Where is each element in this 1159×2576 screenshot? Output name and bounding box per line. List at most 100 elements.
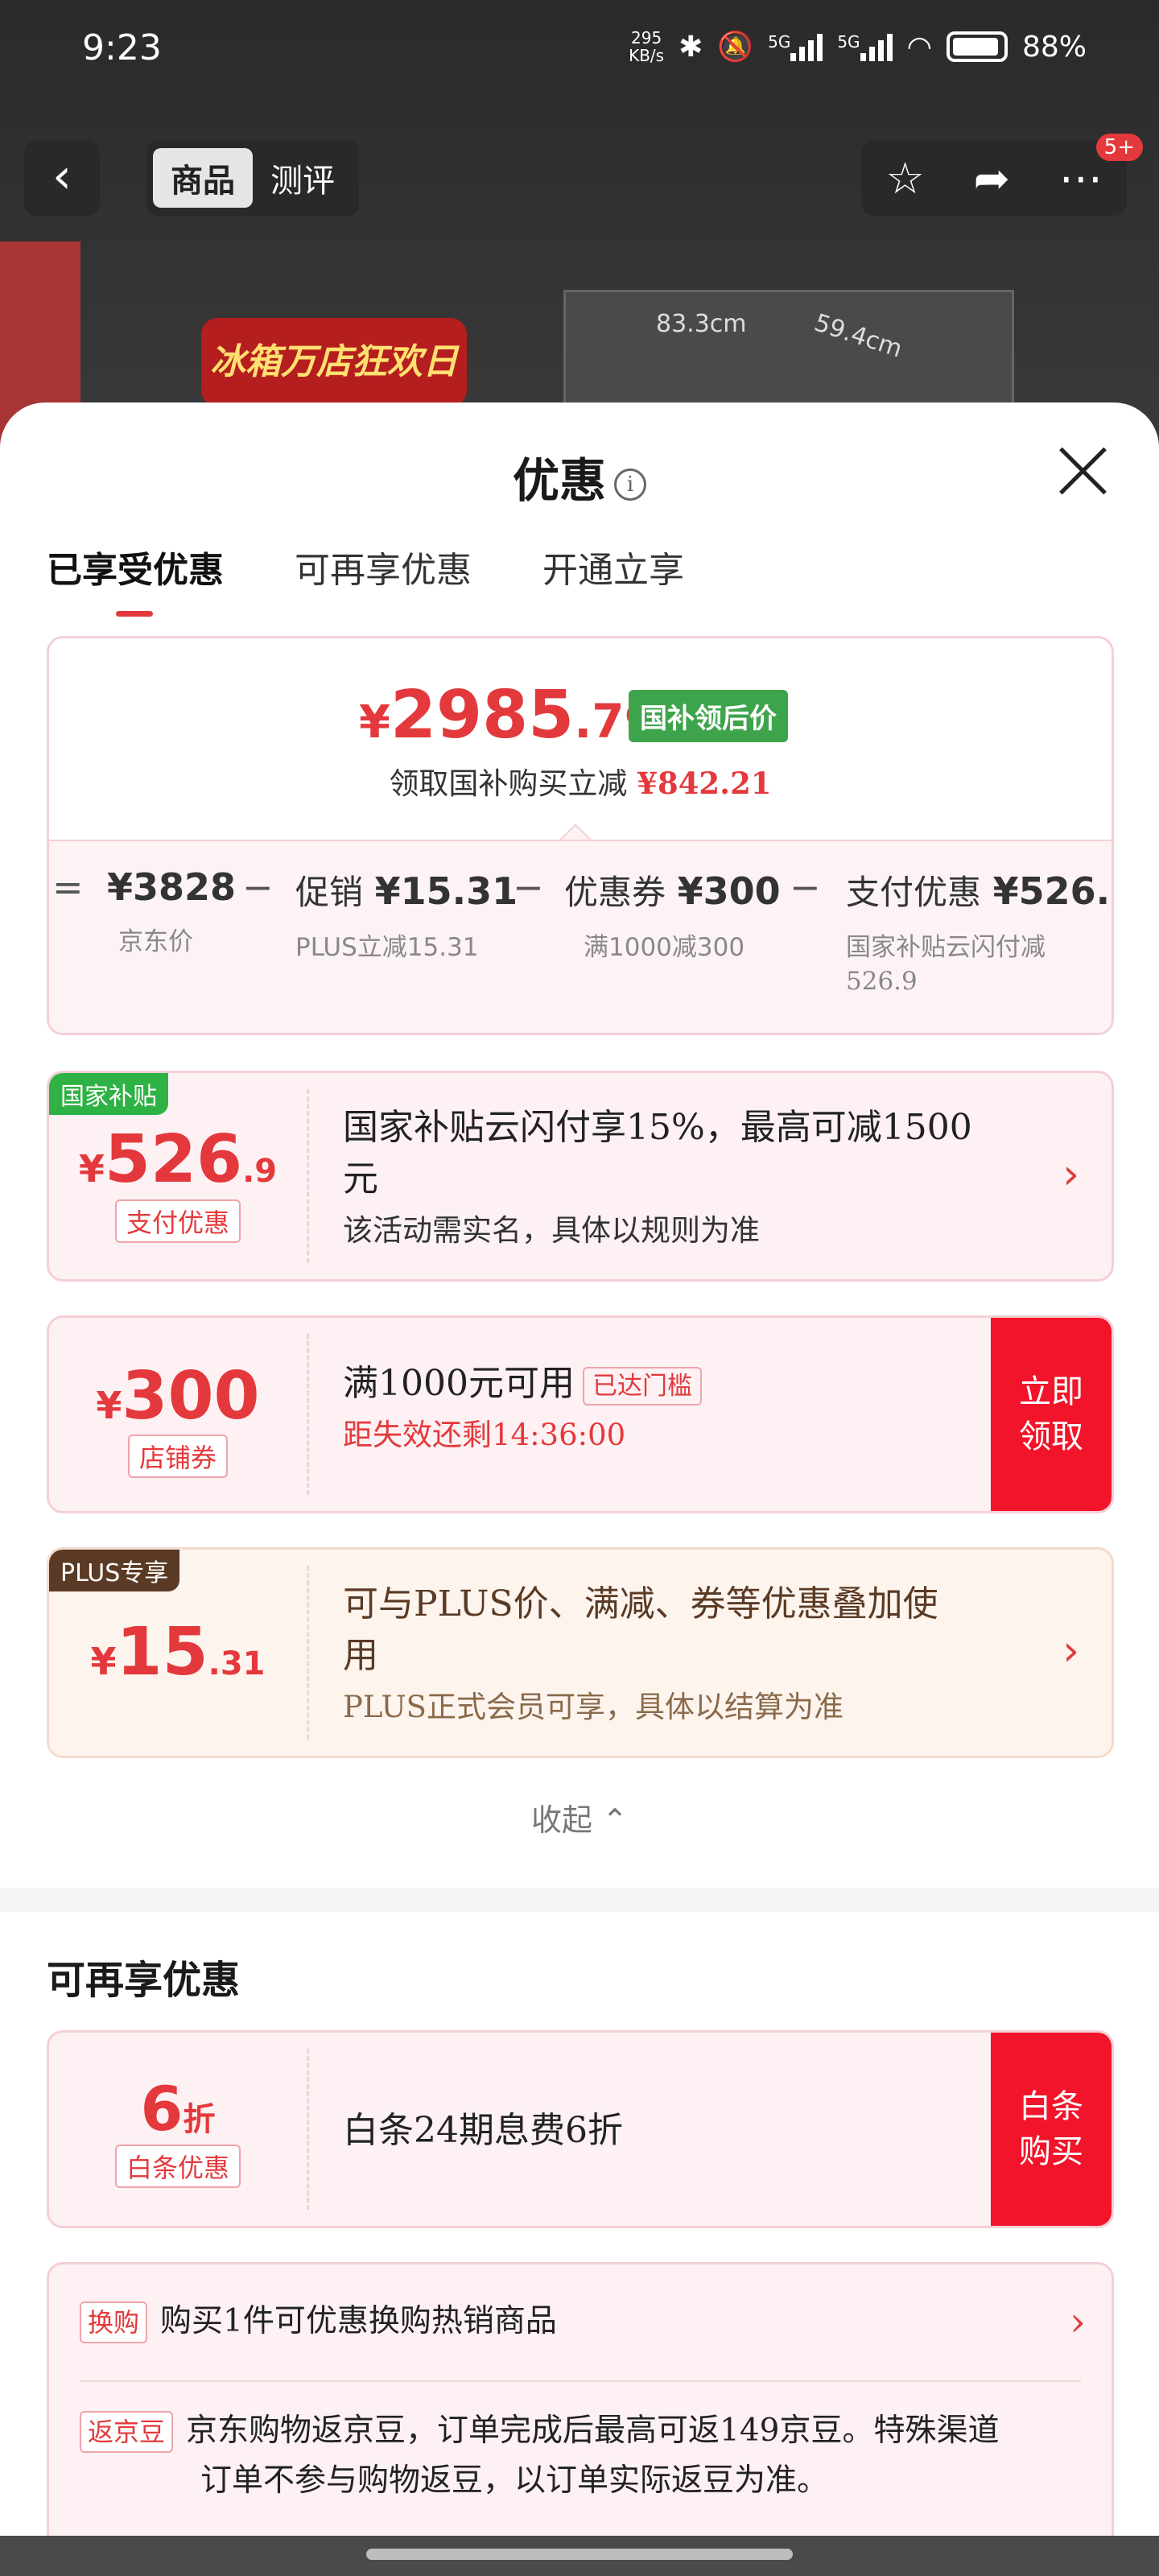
payment-detail: 国家补贴云闪付减 526.9 — [846, 931, 1112, 998]
info-icon[interactable]: i — [614, 469, 646, 501]
description-line1: 国家补贴云闪付享15%，最高可减1500 — [343, 1107, 972, 1148]
sheet-title: 优惠 i — [0, 443, 1159, 510]
bean-text-line2: 订单不参与购物返豆，以订单实际返豆为准。 — [200, 2462, 829, 2499]
signal-icon: 5G — [837, 32, 893, 61]
product-nav-bar: ‹ 商品 测评 ☆ ➦ ⋯ 5+ — [0, 134, 1159, 225]
baitiao-buy-button[interactable]: 白条 购买 — [991, 2033, 1112, 2226]
breakdown-payment: 支付优惠 ¥526.9 国家补贴云闪付减 526.9 — [846, 865, 1112, 998]
amount-decimal: .31 — [208, 1645, 266, 1682]
description-note: 该活动需实名，具体以规则为准 — [343, 1213, 760, 1248]
button-line1: 白条 — [1019, 2088, 1083, 2125]
chevron-left-icon: ‹ — [52, 148, 72, 204]
message-badge: 5+ — [1095, 134, 1143, 161]
subsidy-corner-badge: 国家补贴 — [49, 1073, 168, 1115]
collapse-label: 收起 — [531, 1802, 593, 1838]
tab-activate[interactable]: 开通立享 — [542, 541, 684, 592]
coupon-description: 满1000元可用 已达门槛 距失效还剩14:36:00 — [343, 1358, 702, 1461]
button-line2: 领取 — [1019, 1418, 1083, 1455]
tab-goods[interactable]: 商品 — [153, 148, 253, 208]
discount-total: ¥842.21 — [637, 766, 772, 801]
coupon-description: 国家补贴云闪付享15%，最高可减1500 元 该活动需实名，具体以规则为准 — [343, 1102, 972, 1257]
promo-label: 促销 — [295, 873, 364, 912]
subsidy-coupon-card[interactable]: ¥526.9 支付优惠 国家补贴 国家补贴云闪付享15%，最高可减1500 元 … — [47, 1071, 1114, 1282]
description-line2: 元 — [343, 1158, 378, 1199]
coupon-amount: ¥300 — [49, 1358, 307, 1435]
coupon-type-tag: 白条优惠 — [114, 2145, 241, 2188]
dashed-divider — [307, 1089, 309, 1263]
baitiao-coupon-card: 6折 白条优惠 白条24期息费6折 白条 购买 — [47, 2030, 1114, 2228]
speed-value: 295 — [631, 28, 662, 47]
discount-number: 6 — [140, 2073, 184, 2145]
chevron-right-icon: › — [1062, 1627, 1079, 1675]
jd-price-label: 京东价 — [118, 927, 193, 956]
coupon-description: 可与PLUS价、满减、券等优惠叠加使 用 PLUS正式会员可享，具体以结算为准 — [343, 1579, 938, 1733]
amount-integer: 15 — [116, 1614, 208, 1690]
currency: ¥ — [78, 1147, 105, 1191]
coupon-amount: ¥15.31 — [49, 1614, 307, 1690]
payment-detail-line1: 国家补贴云闪付减 — [846, 933, 1046, 962]
minus-sign: − — [790, 865, 821, 909]
back-button[interactable]: ‹ — [24, 140, 100, 216]
clock: 9:23 — [82, 27, 162, 68]
promo-banner: 冰箱万店狂欢日 — [201, 318, 467, 407]
currency: ¥ — [359, 696, 390, 749]
plus-corner-badge: PLUS专享 — [49, 1550, 180, 1591]
network-speed: 295 KB/s — [629, 29, 664, 64]
coupon-detail: 满1000减300 — [584, 933, 745, 962]
status-icons: 295 KB/s ✱ 🔕 5G 5G ◠ 88% — [629, 29, 1087, 64]
jd-price-value: ¥3828 — [107, 865, 237, 909]
breakdown-promo: 促销 ¥15.31 PLUS立减15.31 — [295, 865, 518, 964]
tab-review[interactable]: 测评 — [253, 148, 353, 208]
promo-value: ¥15.31 — [374, 869, 518, 913]
swap-purchase-row[interactable]: 换购 购买1件可优惠换购热销商品 › — [80, 2297, 1086, 2347]
payment-value: ¥526.9 — [992, 869, 1112, 913]
threshold-reached-tag: 已达门槛 — [582, 1366, 702, 1406]
minus-sign: − — [242, 865, 274, 909]
plus-discount-card[interactable]: ¥15.31 PLUS专享 可与PLUS价、满减、券等优惠叠加使 用 PLUS正… — [47, 1547, 1114, 1758]
more-icon[interactable]: ⋯ — [1059, 153, 1103, 204]
store-coupon-card: ¥300 店铺券 满1000元可用 已达门槛 距失效还剩14:36:00 立即 领取 — [47, 1315, 1114, 1513]
chevron-right-icon: › — [1062, 1150, 1079, 1199]
amount-decimal: .9 — [242, 1153, 278, 1190]
price-breakdown: = ¥3828 京东价 − 促销 ¥15.31 PLUS立减15.31 − 优惠… — [49, 840, 1112, 1033]
equals-sign: = — [52, 865, 84, 909]
discount-summary: 领取国补购买立减 ¥842.21 — [49, 759, 1112, 803]
row-divider — [80, 2380, 1081, 2382]
coupon-label: 优惠券 — [564, 873, 666, 912]
signal-icon: 5G — [768, 32, 823, 61]
description-line1: 可与PLUS价、满减、券等优惠叠加使 — [343, 1583, 938, 1624]
payment-detail-line2: 526.9 — [846, 967, 918, 996]
jd-bean-row: 返京豆 京东购物返京豆，订单完成后最高可返149京豆。特殊渠道 订单不参与购物返豆… — [80, 2406, 999, 2506]
minus-sign: − — [513, 865, 544, 909]
share-icon[interactable]: ➦ — [974, 153, 1010, 204]
currency: ¥ — [90, 1640, 117, 1683]
description-note: PLUS正式会员可享，具体以结算为准 — [343, 1690, 843, 1724]
final-price-section: ¥2985.79 国补领后价 领取国补购买立减 ¥842.21 — [49, 638, 1112, 840]
claim-coupon-button[interactable]: 立即 领取 — [991, 1318, 1112, 1511]
amount-integer: 526 — [104, 1121, 243, 1198]
home-indicator[interactable] — [366, 2549, 793, 2560]
tab-enjoyed[interactable]: 已享受优惠 — [47, 541, 224, 617]
network-type: 5G — [768, 32, 791, 52]
tab-more-available[interactable]: 可再享优惠 — [295, 541, 472, 592]
collapse-button[interactable]: 收起 ⌃ — [0, 1795, 1159, 1839]
coupon-value: ¥300 — [677, 869, 781, 913]
dashed-divider — [307, 1334, 309, 1495]
discount-summary-text: 领取国补购买立减 — [389, 766, 628, 801]
speed-unit: KB/s — [629, 46, 665, 65]
close-button[interactable] — [1054, 443, 1111, 499]
coupon-amount-area: ¥300 店铺券 — [49, 1318, 307, 1511]
favorite-star-icon[interactable]: ☆ — [885, 153, 924, 204]
coupon-type-tag: 店铺券 — [127, 1435, 228, 1478]
final-price: ¥2985.79 — [359, 677, 657, 753]
coupon-condition: 满1000元可用 — [343, 1363, 575, 1404]
dashed-divider — [307, 2049, 309, 2210]
status-bar: 9:23 295 KB/s ✱ 🔕 5G 5G ◠ 88% — [0, 0, 1159, 101]
swap-tag: 换购 — [80, 2301, 148, 2343]
wifi-icon: ◠ — [906, 30, 932, 64]
section-divider — [0, 1888, 1159, 1912]
breakdown-jd-price: ¥3828 京东价 — [107, 865, 236, 959]
amount-integer: 300 — [122, 1358, 260, 1435]
battery-icon — [946, 31, 1008, 62]
battery-level: 88% — [1021, 30, 1087, 64]
